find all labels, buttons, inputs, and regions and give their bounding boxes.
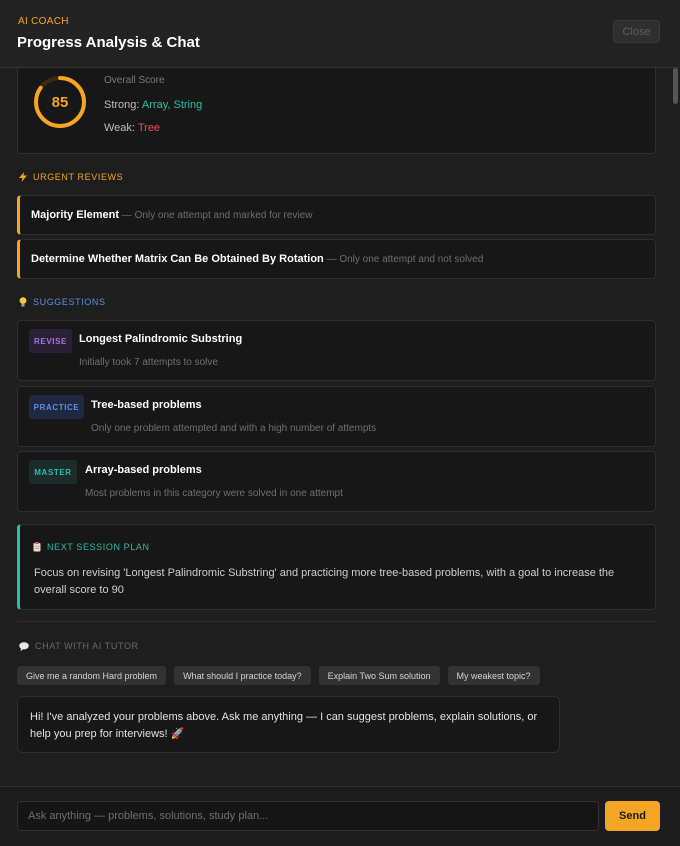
weak-topics: Tree [137,122,161,134]
review-note: — Only one attempt and marked for review [119,210,313,221]
plan-text: Focus on revising 'Longest Palindromic S… [34,567,615,596]
practice-badge: PRACTICE [29,395,84,419]
review-title: Determine Whether Matrix Can Be Obtained… [31,253,324,265]
chat-input[interactable] [17,801,599,831]
chat-input-bar: Send [0,786,680,846]
suggestion-note: Only one problem attempted and with a hi… [91,423,377,434]
suggestion-note: Initially took 7 attempts to solve [79,357,218,368]
suggestion-card[interactable]: MASTER Array-based problems Most problem… [17,451,656,512]
strong-topics-row: Strong: Array, String [104,99,202,111]
suggestions-title: SUGGESTIONS [33,297,106,307]
lightbulb-icon [19,297,27,307]
next-session-plan-card: NEXT SESSION PLAN Focus on revising 'Lon… [17,524,656,610]
modal-header: AI COACH Progress Analysis & Chat Close [0,0,680,68]
revise-badge: REVISE [29,329,72,353]
review-title: Majority Element [31,209,120,221]
suggestion-card[interactable]: PRACTICE Tree-based problems Only one pr… [17,386,656,447]
score-label: Overall Score [104,75,165,86]
close-button[interactable]: Close [613,20,660,43]
urgent-review-item[interactable]: Determine Whether Matrix Can Be Obtained… [17,239,656,279]
suggestion-note: Most problems in this category were solv… [85,488,343,499]
page-title: Progress Analysis & Chat [17,34,200,51]
content-scroll-area[interactable]: 85 Overall Score Strong: Array, String W… [0,68,680,786]
urgent-reviews-title: URGENT REVIEWS [33,172,124,182]
urgent-review-item[interactable]: Majority Element — Only one attempt and … [17,195,656,235]
lightning-icon [19,172,27,182]
suggestion-card[interactable]: REVISE Longest Palindromic Substring Ini… [17,320,656,381]
review-note: — Only one attempt and not solved [323,254,484,265]
scrollbar-thumb[interactable] [673,68,678,104]
urgent-reviews-heading: URGENT REVIEWS [19,172,123,182]
chat-title: CHAT WITH AI TUTOR [35,641,139,651]
header-kicker: AI COACH [18,16,69,27]
quick-prompt-chip[interactable]: What should I practice today? [174,666,311,685]
quick-prompt-chip[interactable]: Give me a random Hard problem [17,666,167,685]
suggestions-heading: SUGGESTIONS [19,297,106,307]
strong-label: Strong: [104,99,140,111]
strong-topics: Array, String [141,99,203,111]
plan-heading: NEXT SESSION PLAN [33,542,150,552]
plan-title: NEXT SESSION PLAN [47,542,150,552]
weak-topics-row: Weak: Tree [104,122,160,134]
quick-prompt-chip[interactable]: My weakest topic? [447,666,540,685]
quick-prompt-chip[interactable]: Explain Two Sum solution [318,666,440,685]
speech-bubble-icon [19,641,29,651]
suggestion-title: Array-based problems [85,464,202,476]
section-divider [17,621,656,622]
score-value: 85 [51,93,69,111]
weak-label: Weak: [104,122,135,134]
suggestion-title: Longest Palindromic Substring [79,333,243,345]
assistant-message: Hi! I've analyzed your problems above. A… [17,696,560,753]
master-badge: MASTER [29,460,77,484]
chat-heading: CHAT WITH AI TUTOR [19,641,139,651]
quick-prompts: Give me a random Hard problem What shoul… [17,666,540,685]
send-button[interactable]: Send [605,801,660,831]
clipboard-icon [33,542,41,552]
score-card: 85 Overall Score Strong: Array, String W… [17,68,656,154]
suggestion-title: Tree-based problems [91,399,202,411]
